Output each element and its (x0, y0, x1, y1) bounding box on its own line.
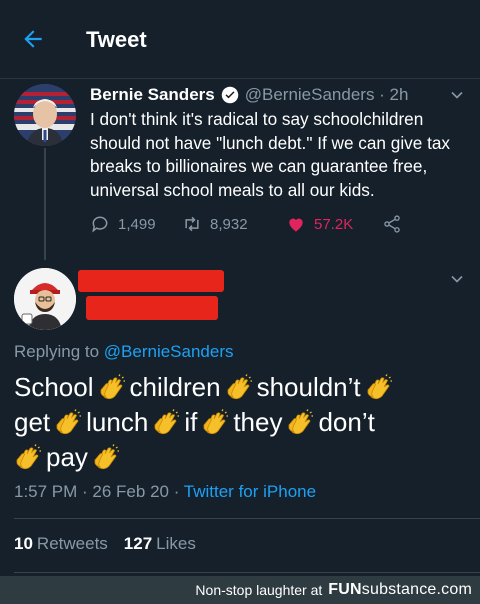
tweet-stats: 10 Retweets 127 Likes (14, 534, 196, 554)
clapping-hands-emoji (152, 409, 180, 437)
redacted-name (78, 270, 224, 292)
likes-stat[interactable]: 127 Likes (124, 534, 196, 553)
share-icon (384, 215, 400, 233)
clapping-hands-emoji (365, 374, 393, 402)
cartoon-avatar-icon (14, 268, 76, 330)
avatar[interactable] (14, 268, 76, 330)
tweet-word: shouldn’t (256, 372, 361, 402)
chevron-down-icon[interactable] (450, 88, 464, 102)
share-button[interactable] (382, 214, 410, 234)
reply-icon (92, 216, 108, 233)
tweet-actions: 1,499 8,932 57.2K (90, 214, 420, 238)
clapping-hands-emoji (98, 374, 126, 402)
watermark-text: Non-stop laughter at (195, 582, 323, 598)
tweet-text: I don't think it's radical to say school… (90, 109, 450, 200)
reply-button[interactable]: 1,499 (90, 214, 156, 234)
tweet-word: don’t (318, 407, 375, 437)
tweet-time: 1:57 PM · 26 Feb 20 · (14, 482, 184, 501)
author-handle: @BernieSanders · 2h (244, 85, 409, 104)
retweets-stat[interactable]: 10 Retweets (14, 534, 108, 553)
watermark-brand-main: FUN (328, 581, 362, 598)
divider (14, 572, 480, 573)
retweet-icon (185, 216, 199, 232)
clapping-hands-emoji (201, 409, 229, 437)
tweet-word: they (233, 407, 283, 437)
watermark-brand-tld: .com (436, 581, 472, 598)
retweets-count: 10 (14, 534, 33, 553)
thread-connector (44, 148, 46, 260)
page-title: Tweet (86, 27, 147, 52)
profile-photo-icon (14, 84, 76, 146)
heart-icon (289, 218, 303, 232)
retweets-label: Retweets (36, 534, 108, 553)
chevron-down-icon[interactable] (450, 272, 464, 286)
tweet-word: School (14, 372, 94, 402)
back-arrow-icon[interactable] (20, 26, 46, 52)
tweet-author-row: Bernie Sanders @BernieSanders · 2h (90, 84, 464, 106)
divider (14, 518, 480, 519)
reply-count: 1,499 (118, 215, 156, 233)
like-count: 57.2K (314, 215, 354, 233)
replying-to-link[interactable]: @BernieSanders (104, 342, 234, 361)
watermark-bar: Non-stop laughter at FUNsubstance.com (0, 576, 480, 604)
top-bar: Tweet (0, 0, 480, 79)
likes-count: 127 (123, 534, 153, 553)
watermark-brand: FUNsubstance.com (328, 581, 472, 599)
retweet-count: 8,932 (210, 215, 248, 233)
clapping-hands-emoji (54, 409, 82, 437)
tweet-word: children (129, 372, 221, 402)
retweet-button[interactable]: 8,932 (182, 214, 248, 234)
replying-to-label: Replying to (14, 342, 104, 361)
redacted-handle (86, 296, 218, 320)
tweet-main-text: School children shouldn’t get lunch if they do… (14, 370, 470, 475)
clapping-hands-emoji (225, 374, 253, 402)
tweet-word: get (14, 407, 51, 437)
tweet-word: pay (46, 442, 88, 472)
replying-to: Replying to @BernieSanders (14, 342, 234, 362)
clapping-hands-emoji (14, 444, 42, 472)
verified-badge-icon (221, 86, 238, 104)
clapping-hands-emoji (286, 409, 314, 437)
tweet-word: lunch (86, 407, 149, 437)
tweet-timestamp: 1:57 PM · 26 Feb 20 · Twitter for iPhone (14, 482, 316, 502)
watermark-brand-sub: substance (361, 581, 437, 598)
tweet-word: if (184, 407, 198, 437)
clapping-hands-emoji (92, 444, 120, 472)
tweet-source-link[interactable]: Twitter for iPhone (184, 482, 316, 501)
avatar[interactable] (14, 84, 76, 146)
like-button[interactable]: 57.2K (286, 214, 353, 234)
likes-label: Likes (156, 534, 196, 553)
author-name[interactable]: Bernie Sanders (90, 85, 215, 105)
